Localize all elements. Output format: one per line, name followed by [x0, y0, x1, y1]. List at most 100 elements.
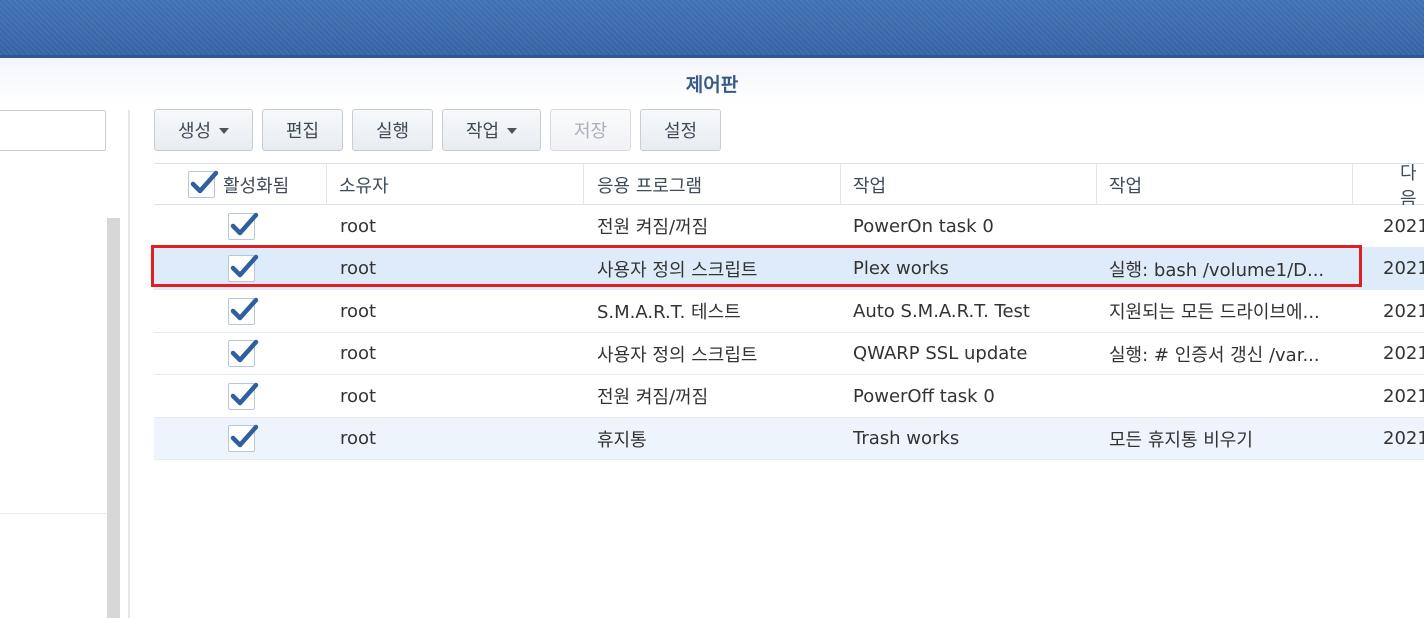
owner-text: root: [340, 385, 377, 407]
row-task-cell: PowerOn task 0: [853, 205, 1093, 247]
task-text: PowerOff task 0: [853, 385, 995, 407]
task-text: Plex works: [853, 258, 949, 279]
column-header-enabled[interactable]: 활성화됨: [154, 164, 326, 205]
edit-label: 편집: [285, 121, 320, 142]
row-task-cell: Trash works: [853, 418, 1093, 460]
application-text: 전원 켜짐/꺼짐: [597, 387, 709, 408]
table-row[interactable]: root 전원 켜짐/꺼짐 PowerOn task 0 2021: [154, 205, 1424, 248]
action-text: 실행: # 인증서 갱신 /var...: [1109, 344, 1320, 366]
row-enabled-cell: [228, 248, 288, 290]
task-text: Trash works: [853, 428, 960, 449]
enabled-checkbox[interactable]: [228, 382, 259, 410]
table-row[interactable]: root 휴지통 Trash works 모든 휴지통 비우기 2021: [154, 417, 1424, 460]
row-owner-cell: root: [340, 333, 580, 375]
settings-label: 설정: [663, 121, 698, 142]
chevron-down-icon: [507, 128, 518, 134]
row-application-cell: 전원 켜짐/꺼짐: [597, 375, 837, 417]
row-application-cell: S.M.A.R.T. 테스트: [597, 290, 837, 332]
row-action-cell: 지원되는 모든 드라이브에...: [1109, 290, 1344, 332]
column-header-next-run[interactable]: 다음: [1352, 164, 1424, 205]
row-task-cell: PowerOff task 0: [853, 375, 1093, 417]
row-action-cell: 모든 휴지통 비우기: [1109, 418, 1344, 460]
create-button[interactable]: 생성: [154, 109, 253, 151]
sidebar-scrollbar[interactable]: [107, 218, 120, 618]
row-enabled-cell: [228, 375, 288, 417]
table-row[interactable]: root 전원 켜짐/꺼짐 PowerOff task 0 2021: [154, 375, 1424, 418]
task-text: Auto S.M.A.R.T. Test: [853, 300, 1030, 322]
owner-text: root: [340, 215, 377, 237]
row-owner-cell: root: [340, 375, 580, 417]
run-label: 실행: [375, 121, 410, 142]
row-owner-cell: root: [340, 248, 580, 290]
next-run-text: 2021: [1383, 428, 1424, 449]
enabled-checkbox[interactable]: [228, 339, 259, 367]
row-next-run-cell: 2021: [1383, 375, 1424, 417]
column-label: 작업: [853, 175, 887, 197]
next-run-text: 2021: [1383, 385, 1424, 407]
grid-body: root 전원 켜짐/꺼짐 PowerOn task 0 2021 root 사용자 정의…: [154, 205, 1424, 460]
run-button[interactable]: 실행: [352, 109, 433, 151]
action-button[interactable]: 작업: [442, 109, 541, 151]
row-next-run-cell: 2021: [1383, 248, 1424, 290]
check-icon: [230, 254, 259, 278]
column-label: 활성화됨: [223, 175, 290, 197]
row-application-cell: 사용자 정의 스크립트: [597, 248, 837, 290]
column-label: 응용 프로그램: [597, 175, 703, 197]
enabled-checkbox[interactable]: [228, 212, 259, 240]
chevron-down-icon: [219, 128, 230, 134]
select-all-checkbox[interactable]: [188, 170, 219, 198]
task-text: QWARP SSL update: [853, 343, 1028, 364]
next-run-text: 2021: [1383, 343, 1424, 364]
application-text: S.M.A.R.T. 테스트: [597, 302, 741, 323]
table-row[interactable]: root 사용자 정의 스크립트 Plex works 실행: bash /volum…: [154, 247, 1424, 290]
owner-text: root: [340, 258, 377, 279]
row-next-run-cell: 2021: [1383, 290, 1424, 332]
window-titlebar: 제어판: [0, 58, 1424, 106]
column-header-action[interactable]: 작업: [1096, 164, 1352, 205]
row-owner-cell: root: [340, 290, 580, 332]
column-label: 작업: [1109, 175, 1143, 197]
row-action-cell: [1109, 375, 1344, 417]
edit-button[interactable]: 편집: [262, 109, 343, 151]
application-text: 전원 켜짐/꺼짐: [597, 217, 709, 238]
row-enabled-cell: [228, 418, 288, 460]
row-next-run-cell: 2021: [1383, 333, 1424, 375]
grid-header: 활성화됨 소유자 응용 프로그램 작업 작업 다음: [154, 163, 1424, 205]
row-enabled-cell: [228, 290, 288, 332]
row-next-run-cell: 2021: [1383, 418, 1424, 460]
table-row[interactable]: root 사용자 정의 스크립트 QWARP SSL update 실행: # 인증서…: [154, 333, 1424, 375]
panel-separator: [128, 110, 130, 618]
check-icon: [230, 339, 259, 363]
next-run-text: 2021: [1383, 215, 1424, 237]
next-run-text: 2021: [1383, 300, 1424, 322]
settings-button[interactable]: 설정: [640, 109, 721, 151]
create-label: 생성: [177, 121, 212, 142]
row-owner-cell: root: [340, 418, 580, 460]
enabled-checkbox[interactable]: [228, 424, 259, 452]
table-row[interactable]: root S.M.A.R.T. 테스트 Auto S.M.A.R.T. Test 지원…: [154, 290, 1424, 333]
owner-text: root: [340, 300, 377, 322]
row-action-cell: [1109, 205, 1344, 247]
enabled-checkbox[interactable]: [228, 297, 259, 325]
application-text: 휴지통: [597, 429, 647, 451]
action-label: 작업: [465, 121, 500, 142]
row-task-cell: Plex works: [853, 248, 1093, 290]
save-button[interactable]: 저장: [550, 109, 631, 151]
row-task-cell: Auto S.M.A.R.T. Test: [853, 290, 1093, 332]
window-title: 제어판: [685, 74, 739, 96]
column-header-owner[interactable]: 소유자: [326, 164, 583, 205]
desktop-header-bar: [0, 0, 1424, 58]
row-application-cell: 사용자 정의 스크립트: [597, 333, 837, 375]
action-text: 실행: bash /volume1/D...: [1109, 259, 1325, 281]
sidebar-search-input[interactable]: [0, 110, 106, 151]
row-application-cell: 휴지통: [597, 418, 837, 460]
row-owner-cell: root: [340, 205, 580, 247]
column-header-task[interactable]: 작업: [840, 164, 1096, 205]
application-text: 사용자 정의 스크립트: [597, 259, 758, 281]
column-label: 다음: [1400, 164, 1417, 205]
enabled-checkbox[interactable]: [228, 254, 259, 282]
column-header-application[interactable]: 응용 프로그램: [583, 164, 840, 205]
row-action-cell: 실행: # 인증서 갱신 /var...: [1109, 333, 1344, 375]
check-icon: [230, 424, 259, 448]
row-action-cell: 실행: bash /volume1/D...: [1109, 248, 1344, 290]
